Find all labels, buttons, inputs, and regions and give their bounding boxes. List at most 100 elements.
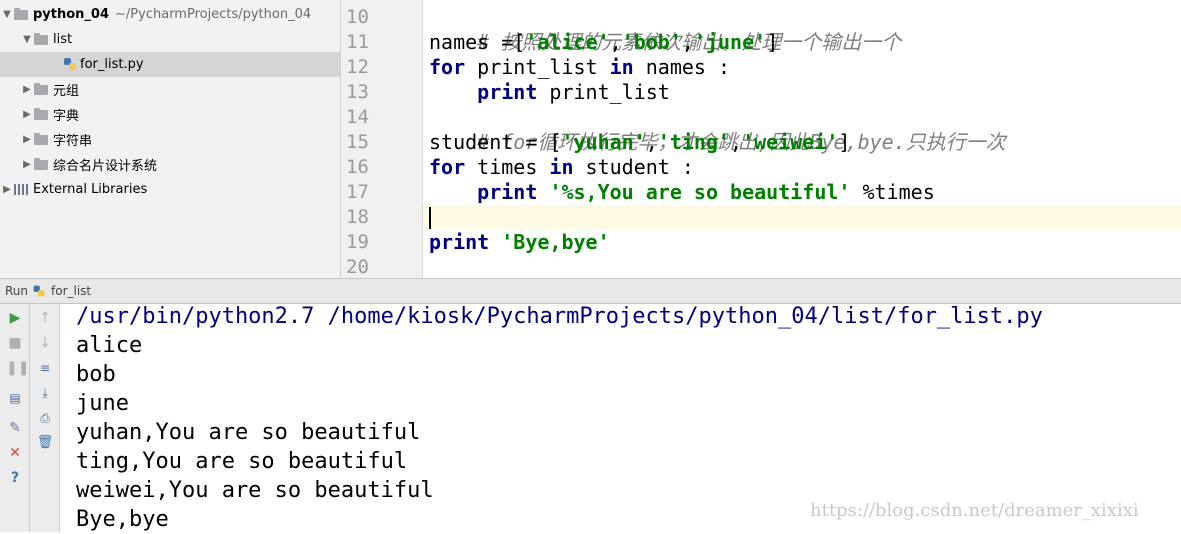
- line-number: 12: [346, 56, 369, 78]
- root-name: python_04: [33, 7, 110, 22]
- code-text: ,: [609, 30, 622, 54]
- watermark: https://blog.csdn.net/dreamer_xixixi: [810, 500, 1139, 521]
- code-text: %times: [850, 180, 935, 204]
- code-text: ,: [730, 130, 743, 154]
- code-line-14: # for循环执行完毕，才会跳出,因此Bye,bye.只执行一次: [429, 105, 1006, 154]
- console-line: Bye,bye: [76, 507, 169, 532]
- console-line: bob: [76, 362, 116, 387]
- close-icon[interactable]: ✕: [6, 444, 24, 462]
- code-line-12: for print_list in names :: [429, 55, 730, 80]
- console-line: /usr/bin/python2.7 /home/kiosk/PycharmPr…: [76, 304, 1043, 329]
- current-line-highlight: [423, 205, 1181, 230]
- string-literal: '%s,You are so beautiful': [549, 180, 851, 204]
- stop-icon[interactable]: ■: [6, 334, 24, 352]
- code-text: names :: [633, 55, 731, 79]
- rerun-icon[interactable]: ▶: [6, 309, 24, 327]
- help-icon[interactable]: ?: [6, 469, 24, 487]
- line-number: 13: [346, 81, 369, 103]
- code-text: ]: [838, 130, 851, 154]
- scroll-to-end-icon[interactable]: ⤓: [36, 384, 54, 402]
- tree-item-for-list-py[interactable]: for_list.py: [0, 52, 340, 77]
- console-line: june: [76, 391, 129, 416]
- line-number: 10: [346, 6, 369, 28]
- keyword: print: [477, 80, 538, 104]
- code-text: print_list: [465, 55, 610, 79]
- python-file-icon: [64, 58, 76, 71]
- line-number-gutter: 10 11 12 13 14 15 16 17 18 19 20: [341, 0, 423, 278]
- text-caret: [429, 207, 431, 229]
- tree-item-tuple[interactable]: ▶ 元组: [0, 77, 340, 102]
- console-line: alice: [76, 333, 143, 358]
- expand-arrow-icon[interactable]: ▶: [20, 84, 34, 95]
- python-file-icon: [33, 285, 45, 297]
- layout-icon[interactable]: ▤: [6, 389, 24, 407]
- code-text: times: [465, 155, 550, 179]
- line-number: 11: [346, 31, 369, 53]
- run-console[interactable]: /usr/bin/python2.7 /home/kiosk/PycharmPr…: [60, 304, 1181, 532]
- project-panel: ▼ python_04 ~/PycharmProjects/python_04 …: [0, 0, 341, 278]
- console-line: ting,You are so beautiful: [76, 449, 408, 474]
- tree-item-label: 元组: [53, 84, 80, 99]
- code-text: student :: [573, 155, 694, 179]
- pin-icon[interactable]: ✎: [6, 419, 24, 437]
- tree-item-label: for_list.py: [80, 57, 144, 72]
- soft-wrap-icon[interactable]: ≡: [36, 359, 54, 377]
- run-tab-label[interactable]: Run: [5, 284, 28, 298]
- tree-item-string[interactable]: ▶ 字符串: [0, 127, 340, 152]
- root-path: ~/PycharmProjects/python_04: [115, 7, 312, 22]
- arrow-down-icon[interactable]: ↓: [36, 334, 54, 352]
- run-tool-header: Run for_list: [0, 278, 1181, 304]
- expand-arrow-icon[interactable]: ▶: [20, 134, 34, 145]
- code-text: ]: [766, 30, 779, 54]
- line-number: 14: [346, 106, 369, 128]
- string-literal: 'ting': [657, 130, 731, 154]
- code-line-16: for times in student :: [429, 155, 694, 180]
- trash-icon[interactable]: 🗑: [36, 434, 54, 452]
- tree-item-label: External Libraries: [33, 182, 148, 197]
- string-literal: 'weiwei': [742, 130, 839, 154]
- string-literal: 'yuhan': [561, 130, 646, 154]
- tree-item-list[interactable]: ▼ list: [0, 27, 340, 52]
- code-text: student = [: [429, 130, 562, 154]
- string-literal: 'bob': [621, 30, 682, 54]
- code-text: ,: [645, 130, 658, 154]
- keyword: for: [429, 155, 466, 179]
- arrow-up-icon[interactable]: ↑: [36, 309, 54, 327]
- expand-arrow-icon[interactable]: ▶: [20, 159, 34, 170]
- expand-arrow-icon[interactable]: ▶: [0, 184, 14, 195]
- pause-icon[interactable]: ❚❚: [6, 359, 29, 377]
- folder-icon: [34, 157, 48, 170]
- tree-item-external-libraries[interactable]: ▶ External Libraries: [0, 177, 340, 202]
- code-line-17: print '%s,You are so beautiful' %times: [429, 180, 935, 205]
- expand-arrow-icon[interactable]: ▶: [20, 109, 34, 120]
- collapse-arrow-icon[interactable]: ▼: [20, 34, 34, 45]
- tree-item-dict[interactable]: ▶ 字典: [0, 102, 340, 127]
- tree-item-card-system[interactable]: ▶ 综合名片设计系统: [0, 152, 340, 177]
- code-text: ,: [681, 30, 694, 54]
- string-literal: 'alice': [525, 30, 610, 54]
- line-number: 19: [346, 231, 369, 253]
- keyword: in: [549, 155, 574, 179]
- run-toolbar-secondary: ↑ ↓ ≡ ⤓ ⎙ 🗑: [30, 304, 60, 532]
- folder-icon: [14, 7, 28, 20]
- libraries-icon: [14, 184, 28, 195]
- tree-root[interactable]: ▼ python_04 ~/PycharmProjects/python_04: [0, 2, 340, 27]
- line-number: 17: [346, 181, 369, 203]
- folder-icon: [34, 107, 48, 120]
- tree-item-label: 字符串: [53, 134, 93, 149]
- line-number: 15: [346, 131, 369, 153]
- folder-icon: [34, 82, 48, 95]
- code-line-10: # 按照处理的元素依次输出，处理一个输出一个: [429, 5, 901, 54]
- print-icon[interactable]: ⎙: [36, 409, 54, 427]
- code-editor[interactable]: # 按照处理的元素依次输出，处理一个输出一个 names =['alice','…: [423, 0, 1181, 278]
- console-line: weiwei,You are so beautiful: [76, 478, 434, 503]
- folder-icon: [34, 132, 48, 145]
- string-literal: 'june': [693, 30, 767, 54]
- run-config-name[interactable]: for_list: [51, 284, 91, 298]
- line-number: 18: [346, 206, 369, 228]
- collapse-arrow-icon[interactable]: ▼: [0, 9, 14, 20]
- code-line-15: student = ['yuhan','ting','weiwei']: [429, 130, 850, 155]
